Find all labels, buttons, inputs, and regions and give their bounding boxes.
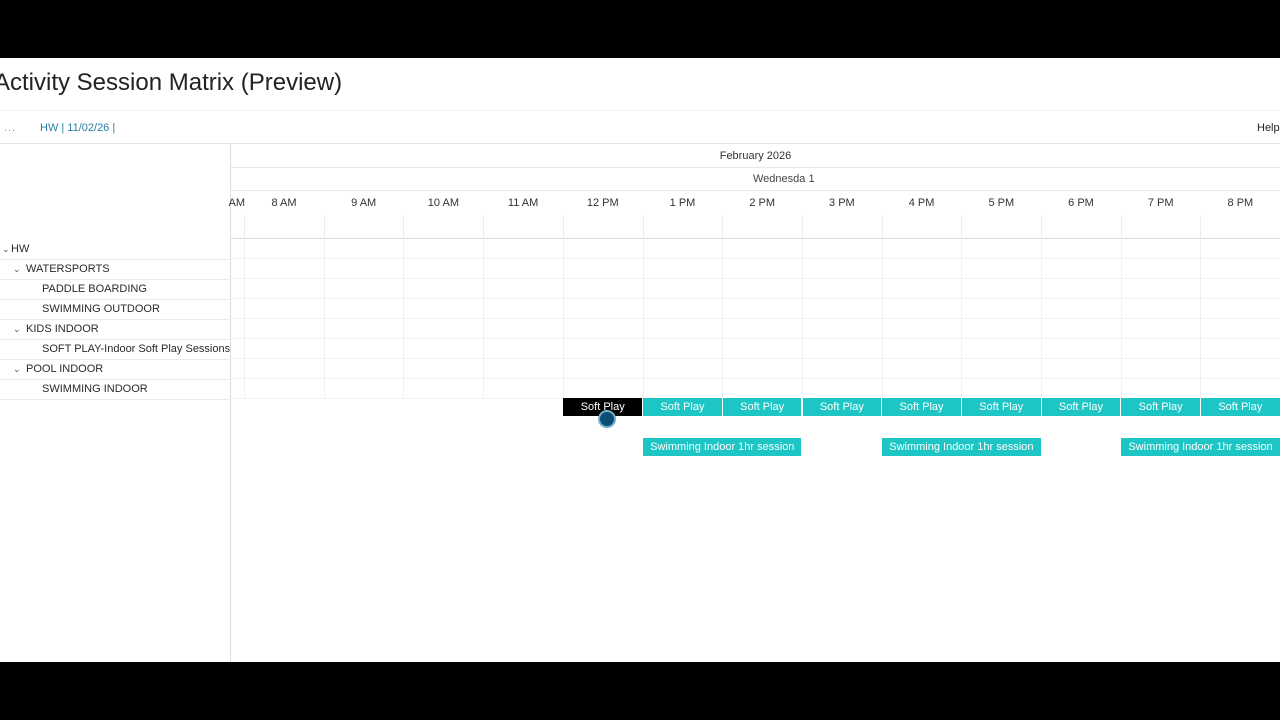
hour-label: 9 AM [351, 197, 377, 209]
hour-label: 8 PM [1227, 197, 1254, 209]
grid-column-line [801, 239, 803, 399]
grid-column-line [881, 239, 883, 399]
help-link[interactable]: Help [1257, 122, 1280, 134]
hour-label: 10 AM [427, 197, 459, 209]
grid-column-line [1041, 239, 1042, 399]
hour-divider [403, 215, 405, 239]
grid-column-line [961, 239, 963, 399]
grid-column-line [244, 239, 245, 399]
hour-label: 12 PM [586, 197, 619, 209]
day-label: Wednesda 1 [753, 173, 815, 185]
tree-label: SWIMMING OUTDOOR [42, 303, 160, 315]
soft-play-session[interactable]: Soft Play [1121, 398, 1201, 416]
day-header: Wednesda 1 [231, 168, 1280, 191]
tree-row-swimming-indoor[interactable]: SWIMMING INDOOR [0, 380, 231, 400]
soft-play-session[interactable]: Soft Play [961, 398, 1042, 416]
month-header: February 2026 [231, 144, 1280, 168]
grid-row-line [231, 338, 1280, 339]
top-letterbox [0, 0, 1280, 58]
tree-row-watersports[interactable]: ⌄ WATERSPORTS [0, 260, 231, 280]
mouse-cursor-icon [598, 410, 616, 428]
hour-label: 3 PM [829, 197, 855, 209]
grid-row-line [231, 318, 1280, 319]
chevron-down-icon[interactable]: ⌄ [13, 260, 21, 279]
soft-play-session[interactable]: Soft Play [1201, 398, 1280, 416]
hour-divider [562, 215, 564, 239]
soft-play-session[interactable]: Soft Play [643, 398, 723, 416]
chevron-down-icon[interactable]: ⌄ [13, 360, 21, 379]
app-window: Activity Session Matrix (Preview) ... HW… [0, 58, 1280, 662]
tree-label: SOFT PLAY-Indoor Soft Play Sessions [42, 343, 231, 355]
hour-divider [323, 215, 325, 239]
hour-divider [244, 215, 245, 239]
tree-label: HW [11, 243, 30, 255]
grid-row-line [231, 298, 1280, 299]
grid-row-line [231, 358, 1280, 359]
hour-label: AM [228, 197, 246, 209]
hour-label: 6 PM [1068, 197, 1094, 209]
hour-divider [483, 215, 485, 239]
resource-tree: ⌄ HW ⌄ WATERSPORTS PADDLE BOARDING SWIMM… [0, 144, 231, 662]
hour-divider [642, 215, 644, 239]
chevron-down-icon[interactable]: ⌄ [2, 240, 10, 259]
hour-label: 2 PM [749, 197, 776, 209]
grid-column-line [1120, 239, 1122, 399]
hour-divider [881, 215, 883, 239]
soft-play-session[interactable]: Soft Play [802, 398, 883, 416]
hour-divider [961, 215, 963, 239]
tree-row-paddle-boarding[interactable]: PADDLE BOARDING [0, 280, 231, 300]
hour-divider [1120, 215, 1122, 239]
timeline-grid: Soft Play Soft Play Soft Play Soft Play Soft… [231, 239, 1280, 662]
tree-label: POOL INDOOR [26, 363, 104, 375]
soft-play-session[interactable]: Soft Play [722, 398, 803, 416]
grid-row-line [231, 258, 1280, 259]
swimming-session[interactable]: Swimming Indoor 1hr session [1121, 438, 1280, 456]
chevron-down-icon[interactable]: ⌄ [13, 320, 21, 339]
tree-row-swimming-outdoor[interactable]: SWIMMING OUTDOOR [0, 300, 231, 320]
hour-label: 11 AM [507, 197, 539, 209]
swimming-session[interactable]: Swimming Indoor 1hr session [882, 438, 1041, 456]
tree-label: WATERSPORTS [26, 263, 110, 275]
grid-column-line [483, 239, 485, 399]
hour-label: 5 PM [988, 197, 1015, 209]
soft-play-session[interactable]: Soft Play [882, 398, 962, 416]
tree-label: KIDS INDOOR [26, 323, 99, 335]
grid-column-line [562, 239, 564, 399]
tree-row-kids-indoor[interactable]: ⌄ KIDS INDOOR [0, 320, 231, 340]
hour-divider [1041, 215, 1042, 239]
hour-divider [1200, 215, 1202, 239]
bottom-letterbox [0, 662, 1280, 720]
more-options-icon[interactable]: ... [4, 122, 16, 134]
grid-row-line [231, 278, 1280, 279]
tree-label: SWIMMING INDOOR [42, 383, 148, 395]
hour-divider [722, 215, 724, 239]
page-title: Activity Session Matrix (Preview) [0, 69, 343, 96]
grid-column-line [323, 239, 325, 399]
hour-divider [801, 215, 803, 239]
tree-row-soft-play[interactable]: SOFT PLAY-Indoor Soft Play Sessions [0, 340, 231, 360]
breadcrumb-bar: ... HW | 11/02/26 | Help [0, 120, 1280, 138]
tree-row-hw[interactable]: ⌄ HW [0, 240, 231, 260]
grid-column-line [642, 239, 644, 399]
hour-label: 4 PM [908, 197, 935, 209]
hour-label: 8 AM [271, 197, 297, 209]
grid-column-line [1200, 239, 1202, 399]
hour-header: AM 8 AM 9 AM 10 AM 11 AM 12 PM 1 PM 2 PM 3 PM 4 P… [229, 191, 1280, 239]
swimming-session[interactable]: Swimming Indoor 1hr session [643, 438, 802, 456]
grid-column-line [403, 239, 405, 399]
title-divider [0, 110, 1280, 111]
hour-label: 1 PM [669, 197, 696, 209]
tree-label: PADDLE BOARDING [42, 283, 147, 295]
grid-row-line [231, 378, 1280, 379]
breadcrumb[interactable]: HW | 11/02/26 | [40, 122, 115, 134]
soft-play-session[interactable]: Soft Play [1041, 398, 1122, 416]
tree-row-pool-indoor[interactable]: ⌄ POOL INDOOR [0, 360, 231, 380]
grid-column-line [722, 239, 724, 399]
hour-label: 7 PM [1147, 197, 1174, 209]
